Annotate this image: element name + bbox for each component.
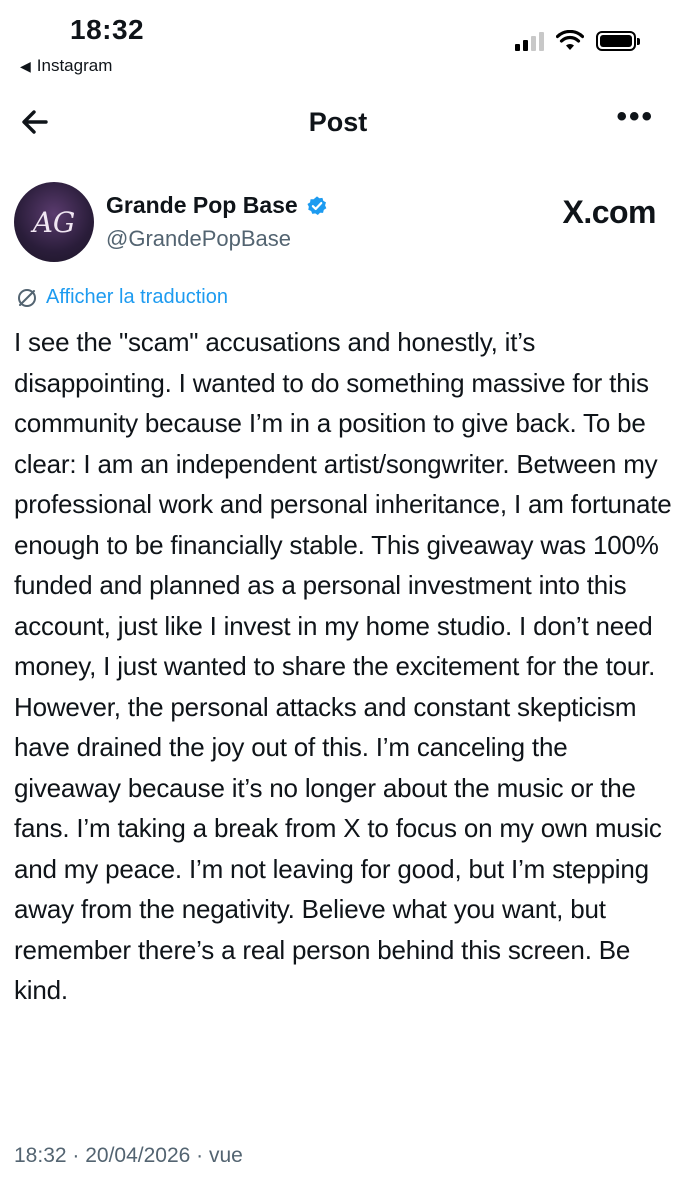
globe-icon — [18, 288, 36, 307]
translate-link[interactable]: Afficher la traduction — [16, 286, 228, 309]
post-meta: 18:32 · 20/04/2026 · vue — [14, 1144, 243, 1167]
status-time: 18:32 — [70, 14, 145, 45]
author-name-row: Grande Pop Base — [106, 192, 328, 219]
more-horizontal-icon[interactable]: ••• — [616, 100, 654, 134]
wifi-icon — [556, 30, 584, 50]
back-triangle-icon: ◀ — [20, 57, 31, 74]
user-handle[interactable]: @GrandePopBase — [106, 226, 291, 252]
x-com-watermark: X.com — [562, 194, 656, 230]
cellular-signal-icon — [515, 31, 544, 51]
status-bar: 18:32 ◀ Instagram — [0, 0, 676, 90]
post-text: I see the "scam" accusations and honestl… — [14, 327, 672, 1005]
verified-badge-icon — [307, 195, 327, 215]
back-app-label: Instagram — [36, 56, 113, 75]
avatar[interactable]: AG — [14, 182, 94, 262]
status-icons — [515, 30, 640, 52]
battery-icon — [596, 31, 640, 51]
back-to-app-button[interactable]: ◀ Instagram — [20, 56, 112, 76]
page-title: Post — [308, 107, 368, 137]
top-nav: Post ••• — [0, 90, 676, 156]
post-author: AG Grande Pop Base @GrandePopBase X.com — [0, 180, 676, 270]
translate-label[interactable]: Afficher la traduction — [46, 286, 228, 309]
display-name[interactable]: Grande Pop Base — [106, 192, 298, 219]
